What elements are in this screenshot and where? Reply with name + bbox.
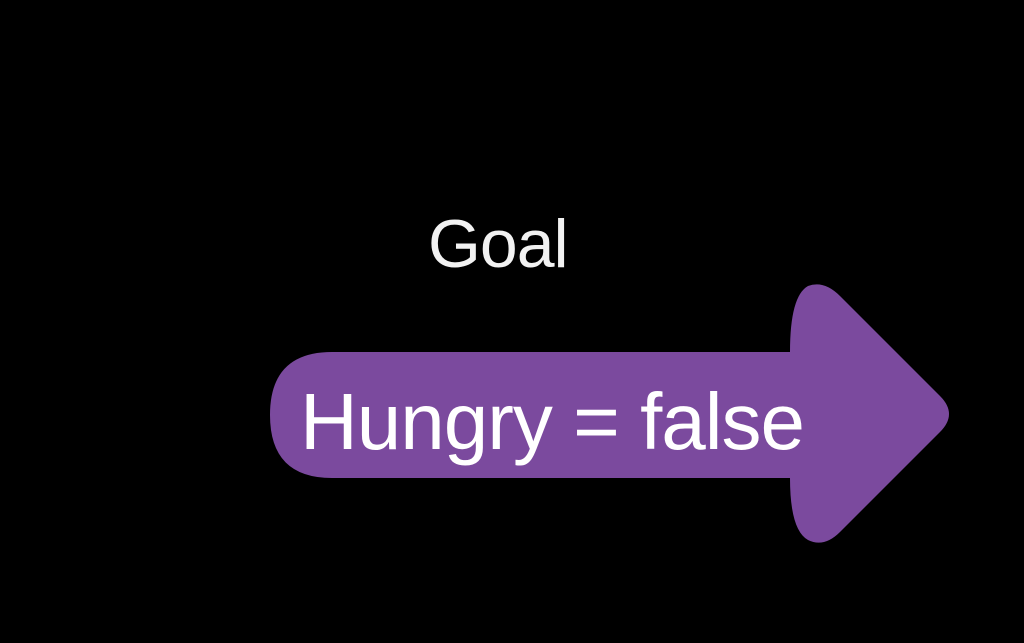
slide-canvas: Goal Hungry = false: [0, 0, 1024, 643]
right-arrow-shape: [270, 284, 949, 543]
goal-label: Goal: [428, 206, 569, 282]
state-text: Hungry = false: [300, 377, 805, 466]
